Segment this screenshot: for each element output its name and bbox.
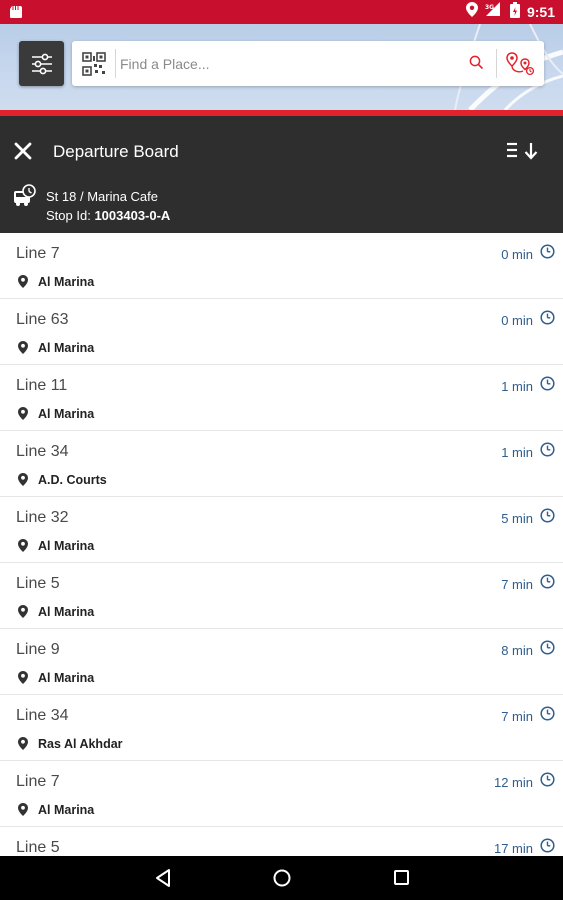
stop-id-label: Stop Id:: [46, 208, 91, 223]
system-nav-bar: [0, 856, 563, 900]
line-name: Line 7: [16, 773, 60, 790]
clock-icon[interactable]: [540, 838, 555, 856]
notification-icon: [9, 5, 23, 24]
location-pin-icon: [18, 407, 28, 425]
line-name: Line 7: [16, 245, 60, 262]
departure-row[interactable]: Line 63 Al Marina 0 min: [0, 299, 563, 365]
destination-name: Al Marina: [38, 275, 95, 289]
destination-name: A.D. Courts: [38, 473, 107, 487]
destination-name: Al Marina: [38, 407, 95, 421]
destination-name: Al Marina: [38, 341, 95, 355]
sort-list-icon: [507, 142, 538, 160]
clock-icon[interactable]: [540, 706, 555, 726]
network-label: 3G: [485, 4, 494, 11]
back-button[interactable]: [154, 868, 172, 893]
clock-icon[interactable]: [540, 442, 555, 462]
departure-time: 17 min: [493, 841, 533, 856]
route-icon: [506, 52, 535, 76]
clock-icon[interactable]: [540, 508, 555, 528]
close-icon: [14, 142, 32, 160]
departure-time: 8 min: [501, 643, 533, 658]
destination-name: Al Marina: [38, 605, 95, 619]
route-planner-button[interactable]: [505, 51, 535, 82]
search-divider: [115, 49, 116, 78]
sort-button[interactable]: [505, 140, 541, 167]
home-icon: [273, 869, 291, 887]
destination-name: Ras Al Akhdar: [38, 737, 123, 751]
departure-time: 7 min: [501, 577, 533, 592]
recent-apps-icon: [394, 870, 409, 885]
departure-row[interactable]: Line 34 Ras Al Akhdar 7 min: [0, 695, 563, 761]
clock-icon[interactable]: [540, 244, 555, 264]
location-pin-icon: [18, 737, 28, 755]
departure-row[interactable]: Line 11 Al Marina 1 min: [0, 365, 563, 431]
page-title: Departure Board: [53, 142, 179, 161]
clock-icon[interactable]: [540, 376, 555, 396]
search-input[interactable]: [120, 49, 470, 78]
back-icon: [156, 869, 170, 887]
clock-icon[interactable]: [540, 772, 555, 792]
home-button[interactable]: [272, 868, 292, 893]
departure-row[interactable]: Line 9 Al Marina 8 min: [0, 629, 563, 695]
line-name: Line 34: [16, 707, 69, 724]
departure-time: 0 min: [501, 247, 533, 262]
destination-name: Al Marina: [38, 671, 95, 685]
line-name: Line 5: [16, 839, 60, 856]
clock-icon[interactable]: [540, 310, 555, 330]
departure-row[interactable]: Line 5 Al Marina 7 min: [0, 563, 563, 629]
departure-time: 0 min: [501, 313, 533, 328]
sliders-icon: [31, 53, 52, 74]
line-name: Line 34: [16, 443, 69, 460]
recent-apps-button[interactable]: [393, 869, 411, 892]
signal-icon: 3G: [485, 2, 503, 22]
departure-time: 5 min: [501, 511, 533, 526]
departure-time: 1 min: [501, 379, 533, 394]
departure-row[interactable]: Line 5 17 min: [0, 827, 563, 856]
clock-icon[interactable]: [540, 574, 555, 594]
route-divider: [496, 49, 497, 78]
qr-code-icon: [82, 52, 106, 76]
filter-settings-button[interactable]: [19, 41, 64, 86]
departure-list: Line 7 Al Marina 0 min Line 63 Al Marina…: [0, 233, 563, 856]
stop-name: St 18 / Marina Cafe: [46, 189, 158, 204]
status-icons: 3G 9:51: [465, 0, 555, 24]
line-name: Line 32: [16, 509, 69, 526]
bus-stop-icon: [11, 183, 37, 214]
status-time: 9:51: [526, 4, 555, 20]
line-name: Line 9: [16, 641, 60, 658]
search-icon[interactable]: [469, 55, 484, 75]
location-pin-icon: [18, 473, 28, 491]
stop-id: Stop Id: 1003403-0-A: [46, 208, 170, 223]
departure-row[interactable]: Line 7 Al Marina 0 min: [0, 233, 563, 299]
departure-row[interactable]: Line 32 Al Marina 5 min: [0, 497, 563, 563]
location-pin-icon: [18, 803, 28, 821]
departure-time: 7 min: [501, 709, 533, 724]
qr-code-button[interactable]: [82, 52, 106, 81]
location-pin-icon: [18, 605, 28, 623]
departure-row[interactable]: Line 34 A.D. Courts 1 min: [0, 431, 563, 497]
location-pin-icon: [18, 275, 28, 293]
status-bar: 3G 9:51: [0, 0, 563, 24]
line-name: Line 11: [16, 377, 68, 394]
departure-time: 12 min: [493, 775, 533, 790]
destination-name: Al Marina: [38, 539, 95, 553]
stop-id-value: 1003403-0-A: [94, 208, 171, 223]
line-name: Line 5: [16, 575, 60, 592]
departure-time: 1 min: [501, 445, 533, 460]
close-button[interactable]: [12, 140, 34, 162]
location-pin-icon: [18, 341, 28, 359]
destination-name: Al Marina: [38, 803, 95, 817]
app-screen: 3G 9:51 Find a Place... Departure Board …: [0, 0, 563, 900]
battery-icon: [509, 1, 520, 23]
departure-row[interactable]: Line 7 Al Marina 12 min: [0, 761, 563, 827]
clock-icon[interactable]: [540, 640, 555, 660]
departure-board-header: Departure Board St 18 / Marina Cafe Stop…: [0, 116, 563, 233]
search-bar: [72, 41, 544, 86]
location-pin-icon: [18, 539, 28, 557]
location-pin-icon: [18, 671, 28, 689]
line-name: Line 63: [16, 311, 69, 328]
location-icon: [465, 2, 478, 22]
